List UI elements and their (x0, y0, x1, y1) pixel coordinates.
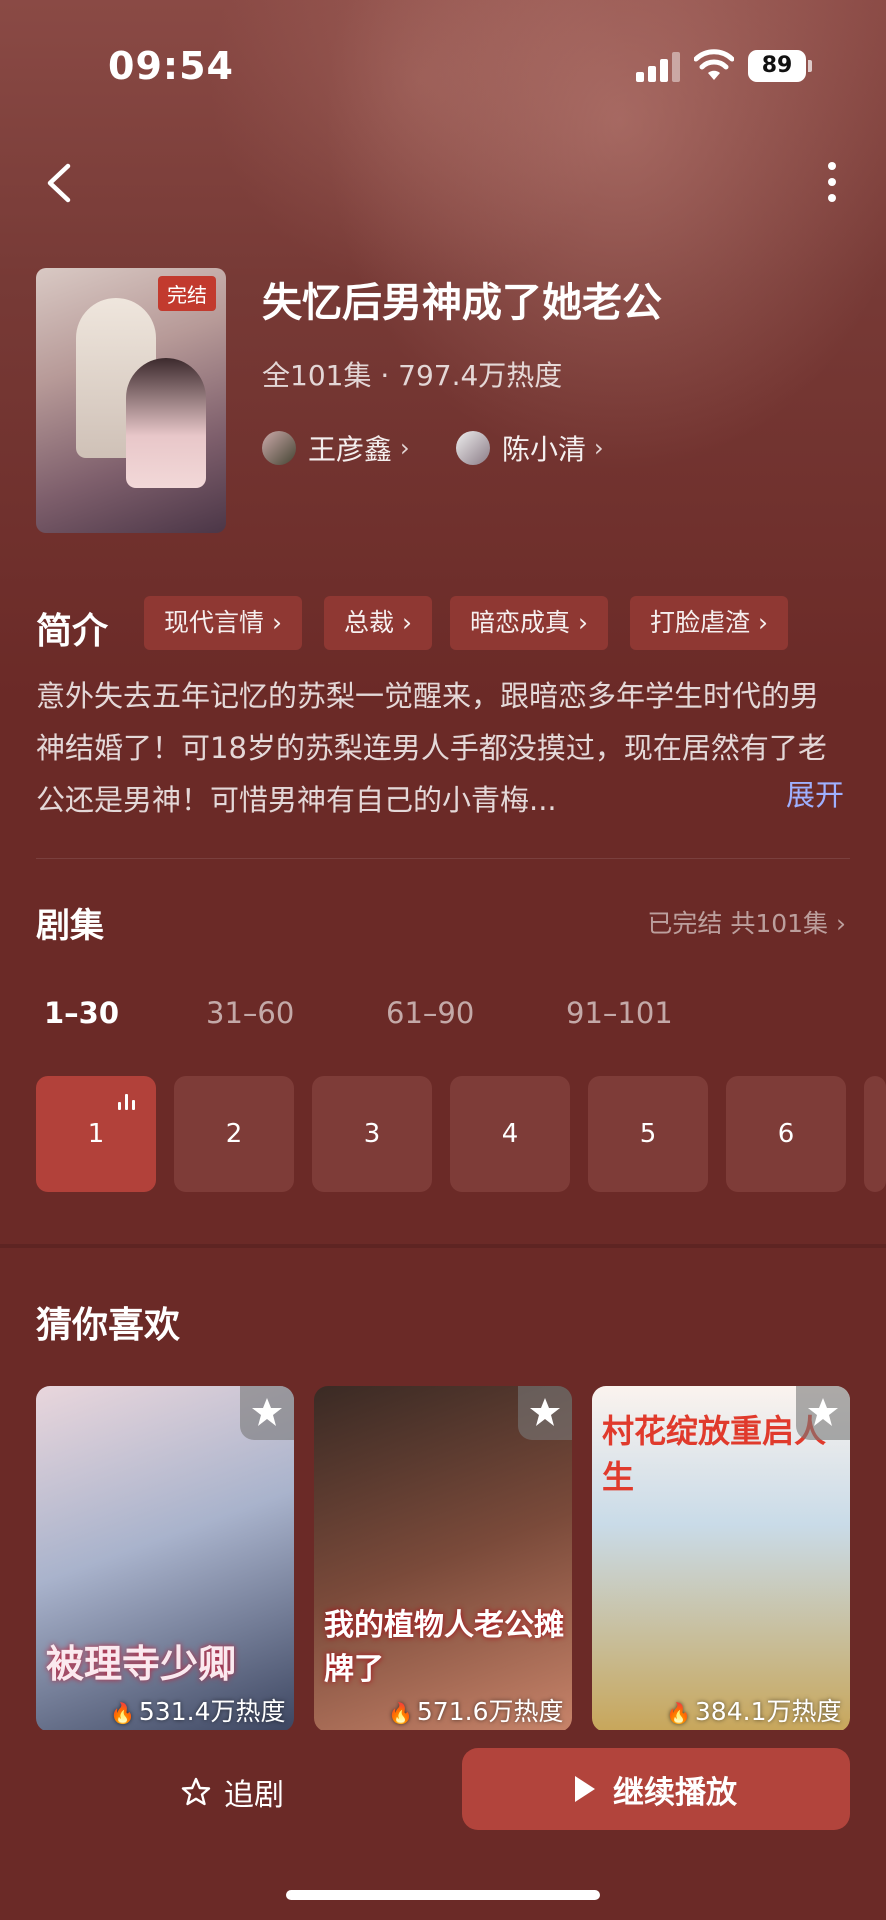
heat-count: 🔥 384.1万热度 (666, 1697, 842, 1726)
actor-name: 陈小清 (502, 433, 587, 466)
flame-icon: 🔥 (666, 1701, 691, 1725)
range-tab[interactable]: 31–60 (206, 996, 294, 1030)
episode-button-partial[interactable] (864, 1076, 886, 1192)
recommend-card[interactable]: 我的植物人老公摊牌了 🔥 571.6万热度 (314, 1386, 572, 1732)
episodes-status-link[interactable]: 已完结 共101集 › (647, 904, 846, 940)
episode-button[interactable]: 4 (450, 1076, 570, 1192)
episode-number: 6 (777, 1119, 795, 1149)
flame-icon: 🔥 (388, 1701, 413, 1725)
episode-button[interactable]: 1 (36, 1076, 156, 1192)
genre-tag[interactable]: 现代言情 › (144, 596, 302, 650)
status-time: 09:54 (108, 44, 234, 88)
star-icon[interactable] (796, 1386, 850, 1440)
drama-meta: 全101集 · 797.4万热度 (262, 359, 563, 392)
home-indicator[interactable] (286, 1890, 600, 1900)
episode-number: 3 (363, 1119, 381, 1149)
star-outline-icon (181, 1777, 211, 1806)
range-tab[interactable]: 61–90 (386, 996, 474, 1030)
description-text: 意外失去五年记忆的苏梨一觉醒来，跟暗恋多年学生时代的男神结婚了！可18岁的苏梨连… (36, 679, 827, 817)
episodes-title: 剧集 (36, 906, 104, 946)
avatar (456, 431, 490, 465)
status-bar: 09:54 89 (0, 0, 886, 120)
heat-count: 🔥 531.4万热度 (110, 1697, 286, 1726)
episode-button[interactable]: 6 (726, 1076, 846, 1192)
episode-number: 4 (501, 1119, 519, 1149)
actor-link[interactable]: 陈小清 › (456, 428, 604, 468)
recommend-card[interactable]: 被理寺少卿 🔥 531.4万热度 (36, 1386, 294, 1732)
poster-figure (126, 358, 206, 488)
play-icon (575, 1776, 595, 1802)
completed-badge: 完结 (158, 276, 216, 311)
continue-play-button[interactable]: 继续播放 (462, 1748, 850, 1830)
follow-button[interactable]: 追剧 (180, 1768, 284, 1816)
episode-button[interactable]: 3 (312, 1076, 432, 1192)
recommend-card[interactable]: 村花绽放重启人生 🔥 384.1万热度 (592, 1386, 850, 1732)
range-tab[interactable]: 1–30 (44, 996, 119, 1030)
actor-link[interactable]: 王彦鑫 › (262, 428, 410, 468)
drama-title: 失忆后男神成了她老公 (262, 280, 662, 326)
genre-tag[interactable]: 打脸虐渣 › (630, 596, 788, 650)
signal-icon (636, 52, 682, 82)
chevron-right-icon: › (594, 434, 604, 462)
card-caption: 我的植物人老公摊牌了 (324, 1608, 564, 1687)
episode-number: 5 (639, 1119, 657, 1149)
card-caption: 被理寺少卿 (46, 1641, 237, 1686)
star-icon[interactable] (240, 1386, 294, 1440)
genre-tag[interactable]: 暗恋成真 › (450, 596, 608, 650)
expand-link[interactable]: 展开 (786, 772, 844, 814)
episode-button[interactable]: 5 (588, 1076, 708, 1192)
follow-label: 追剧 (224, 1778, 284, 1813)
recommend-title: 猜你喜欢 (36, 1305, 181, 1346)
episode-button[interactable]: 2 (174, 1076, 294, 1192)
heat-count: 🔥 571.6万热度 (388, 1697, 564, 1726)
drama-poster[interactable]: 完结 (36, 268, 226, 533)
section-separator (0, 1244, 886, 1248)
chevron-right-icon: › (400, 434, 410, 462)
battery-icon: 89 (748, 50, 806, 82)
back-icon[interactable] (40, 158, 80, 208)
flame-icon: 🔥 (110, 1701, 135, 1725)
intro-label: 简介 (36, 611, 109, 652)
wifi-icon (694, 49, 734, 80)
divider (36, 858, 850, 859)
continue-label: 继续播放 (613, 1774, 737, 1811)
actor-name: 王彦鑫 (308, 433, 393, 466)
episode-number: 1 (87, 1119, 105, 1149)
star-icon[interactable] (518, 1386, 572, 1440)
range-tab[interactable]: 91–101 (566, 996, 673, 1030)
avatar (262, 431, 296, 465)
more-options-icon[interactable] (820, 158, 844, 208)
episode-number: 2 (225, 1119, 243, 1149)
battery-tip (808, 60, 812, 72)
playing-icon (118, 1094, 138, 1110)
genre-tag[interactable]: 总裁 › (324, 596, 432, 650)
